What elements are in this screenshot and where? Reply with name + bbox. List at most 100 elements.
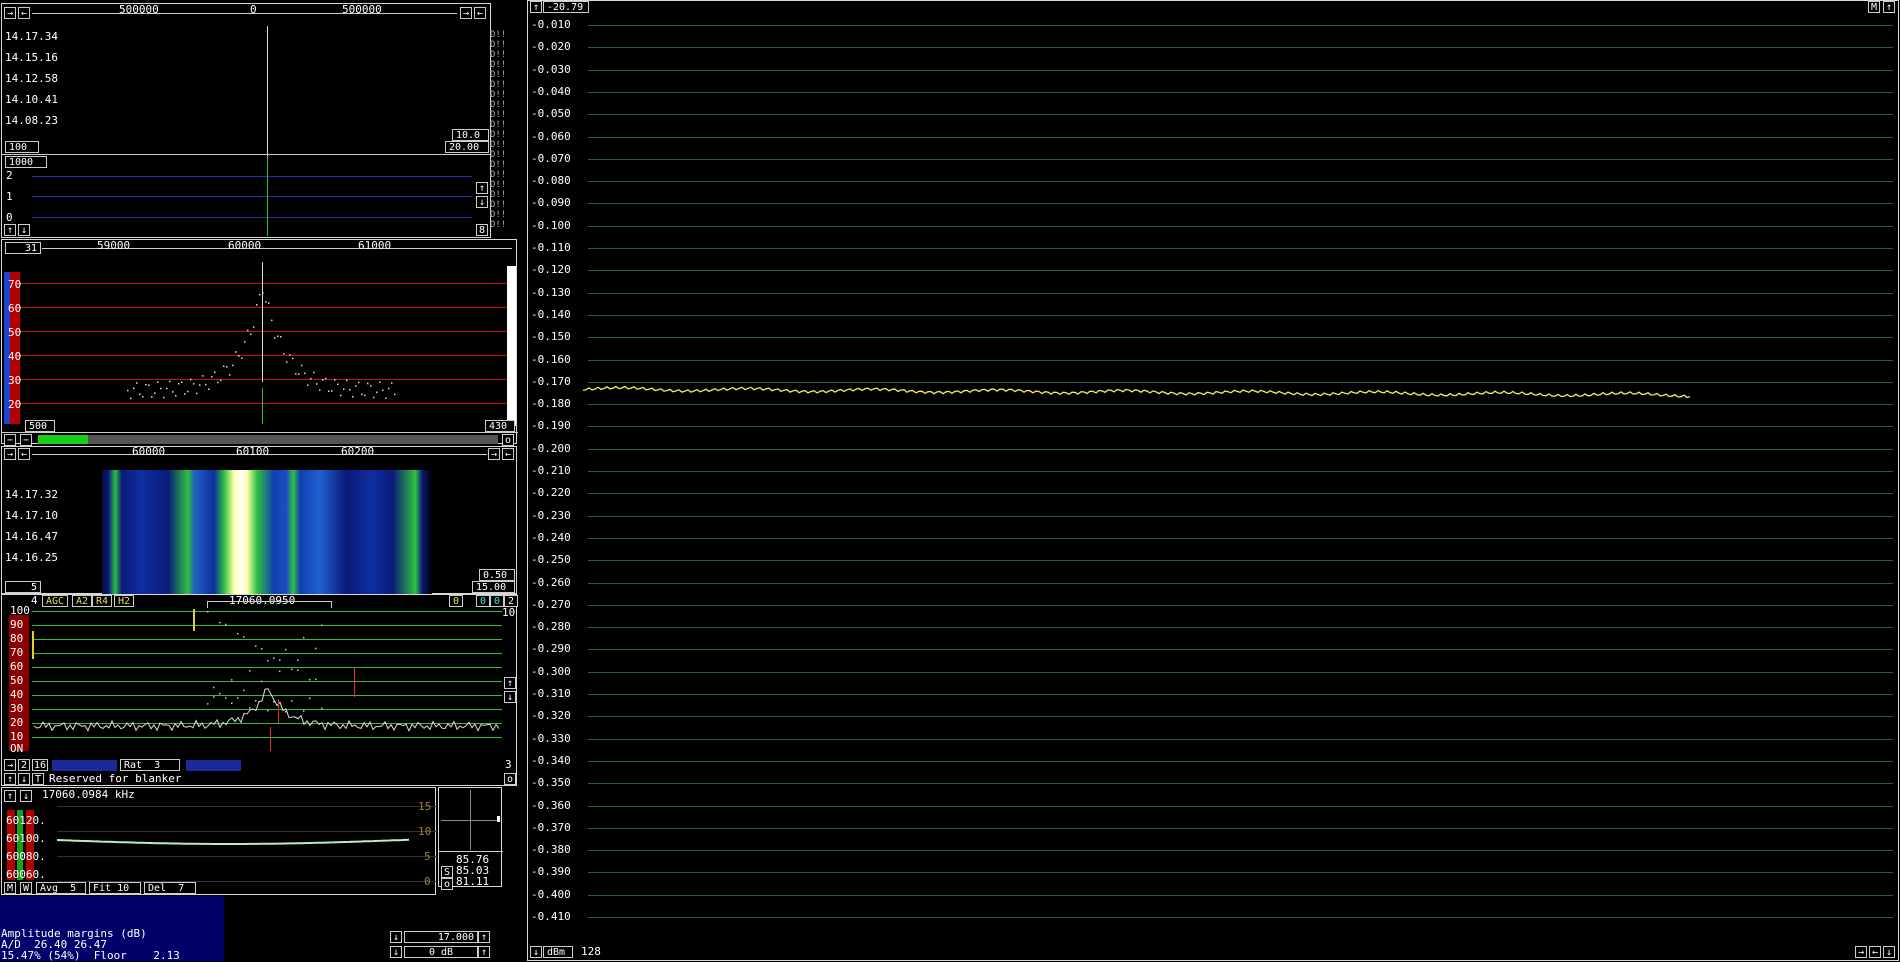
spectrum-point [253, 326, 255, 328]
arrow-up-icon[interactable]: ↑ [4, 773, 16, 785]
on-label: ON [10, 742, 24, 755]
arrow-up-icon[interactable]: ↑ [478, 946, 490, 958]
baseband-point [255, 645, 257, 647]
spectrum-point [334, 379, 336, 381]
baseband-spectrum [33, 611, 500, 732]
spectrum-point [292, 357, 294, 360]
minus-icon[interactable]: − [4, 434, 16, 446]
value-box-5[interactable]: 5 [5, 581, 41, 593]
value-box-100[interactable]: 100 [5, 141, 39, 153]
arrow-down-icon[interactable]: ↓ [530, 946, 542, 958]
rat-field[interactable]: Rat 3 [120, 759, 180, 771]
arrow-down-icon[interactable]: ↓ [390, 946, 402, 958]
arrow-left-icon[interactable]: ← [18, 448, 30, 460]
value-box-430[interactable]: 430 [485, 420, 515, 432]
baseband-point [285, 710, 287, 713]
status-mark: D!! [490, 50, 507, 60]
avg-field[interactable]: Avg 5 [36, 882, 86, 894]
gain-field[interactable]: 0 dB [404, 946, 478, 958]
baseband-point [291, 700, 293, 702]
value-box-2000[interactable]: 20.00 [445, 141, 489, 153]
arrow-left-icon[interactable]: ← [502, 448, 514, 460]
arrow-right-icon[interactable]: → [4, 759, 16, 771]
m-button[interactable]: M [4, 882, 16, 894]
arrow-left-icon[interactable]: ← [1869, 946, 1881, 958]
crosshair-h [441, 820, 499, 821]
blanker-label: Reserved for blanker [49, 772, 182, 785]
circle-icon[interactable]: o [504, 773, 516, 785]
bw-button-16[interactable]: 16 [32, 759, 49, 771]
spectrum-point [256, 304, 258, 306]
value-box-10[interactable]: 10.0 [452, 129, 489, 141]
level-label: 1 [6, 190, 13, 203]
polar-point [497, 816, 500, 822]
arrow-up-icon[interactable]: ↑ [476, 182, 488, 194]
spectrum-point [175, 395, 177, 397]
arrow-down-icon[interactable]: ↓ [504, 691, 516, 703]
spectrum-point [130, 397, 132, 400]
arrow-up-icon[interactable]: ↑ [504, 677, 516, 689]
t-button[interactable]: T [32, 773, 44, 785]
del-field[interactable]: Del 7 [144, 882, 196, 894]
spectrum-point [358, 381, 360, 384]
value-box-500[interactable]: 500 [25, 420, 55, 432]
status-mark: D!! [490, 200, 507, 210]
circle-icon[interactable]: o [502, 434, 514, 446]
spectrum-point [166, 387, 168, 390]
spectrum-point [364, 394, 366, 397]
arrow-down-icon[interactable]: ↓ [18, 773, 30, 785]
spectrum-point [193, 383, 195, 385]
arrow-down-icon[interactable]: ↓ [476, 196, 488, 208]
slider-track[interactable] [38, 435, 498, 444]
arrow-down-icon[interactable]: ↓ [390, 931, 402, 943]
bw-button-2[interactable]: 2 [18, 759, 30, 771]
arrow-right-icon[interactable]: → [1855, 946, 1867, 958]
spectrum-point [187, 390, 189, 393]
dbm-button[interactable]: dBm [543, 946, 573, 958]
spectrum-point [361, 393, 363, 396]
value-box-050[interactable]: 0.50 [479, 569, 515, 581]
afc-trace [582, 385, 1691, 399]
status-mark: D!! [490, 140, 507, 150]
baseband-point [219, 692, 221, 695]
spectrum-point [325, 377, 327, 380]
arrow-down-icon[interactable]: ↓ [1883, 946, 1895, 958]
baseband-point [303, 636, 305, 639]
time-label: 14.10.41 [5, 93, 58, 106]
baseband-point [285, 648, 287, 651]
arrow-left-icon[interactable]: ← [474, 7, 486, 19]
baseband-point [213, 696, 215, 698]
s-button[interactable]: S [441, 866, 453, 878]
value-box-1000[interactable]: 1000 [5, 156, 47, 168]
arrow-right-icon[interactable]: → [488, 448, 500, 460]
spectrum-point [304, 372, 306, 375]
value-button-8[interactable]: 8 [476, 224, 488, 236]
arrow-down-icon[interactable]: ↓ [18, 224, 30, 236]
fit-field[interactable]: Fit 10 [89, 882, 141, 894]
arrow-right-icon[interactable]: → [4, 448, 16, 460]
arrow-up-icon[interactable]: ↑ [478, 931, 490, 943]
spectrum-point [181, 381, 183, 384]
marker-yellow [193, 609, 195, 631]
status-mark: D!! [490, 190, 507, 200]
baseband-point [303, 710, 305, 712]
w-button[interactable]: W [20, 882, 32, 894]
level-field[interactable]: 17.000 [404, 931, 478, 943]
status-mark: D!! [490, 220, 507, 230]
arrow-left-icon[interactable]: ← [18, 7, 30, 19]
baseband-point [279, 659, 281, 661]
baseband-point [207, 611, 209, 613]
baseband-point [321, 707, 323, 710]
spectrum-point [328, 390, 330, 393]
spectrum-point [337, 383, 339, 386]
spectrum-point [298, 373, 300, 375]
arrow-right-icon[interactable]: → [4, 7, 16, 19]
arrow-up-icon[interactable]: ↑ [4, 224, 16, 236]
spectrum-point [220, 379, 222, 382]
arrow-right-icon[interactable]: → [460, 7, 472, 19]
value-box-1500[interactable]: 15.00 [472, 581, 515, 593]
minus-icon[interactable]: − [20, 434, 32, 446]
o-button[interactable]: o [441, 878, 453, 890]
waterfall-panel: → ← 60000 60100 60200 → ← 14.17.32 14.17… [1, 446, 517, 594]
frequency-trace-line [56, 838, 410, 845]
